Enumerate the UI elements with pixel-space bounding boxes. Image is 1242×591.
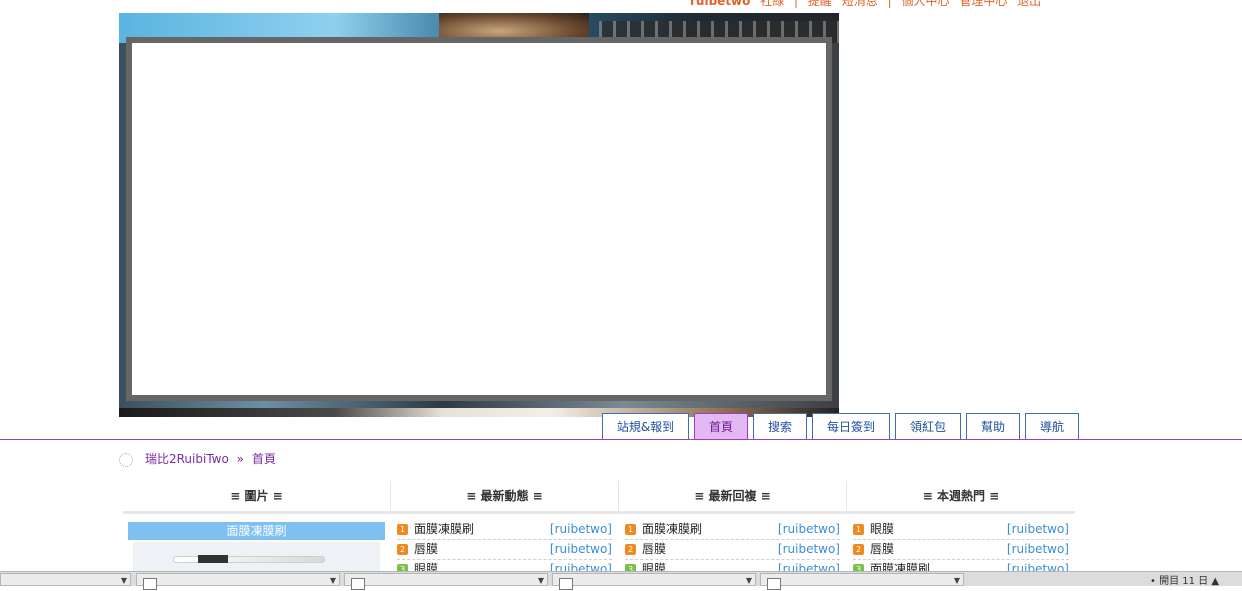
rank-icon: 1: [853, 524, 864, 535]
nav-guide[interactable]: 導航: [1025, 413, 1079, 439]
rank-icon: 1: [625, 524, 636, 535]
breadcrumb-current: 首頁: [251, 452, 276, 466]
rank-icon: 1: [397, 524, 408, 535]
thread-title[interactable]: 唇膜: [870, 542, 894, 556]
taskbar: ▼ ▼ ▼ ▼ ▼ • 開目 11 日 ▲: [0, 571, 1242, 590]
thread-title[interactable]: 眼膜: [870, 522, 894, 536]
picture-caption[interactable]: 面膜凍膜刷: [128, 522, 385, 540]
list-item[interactable]: 2 唇膜 [ruibetwo]: [625, 540, 840, 560]
breadcrumb-site-link[interactable]: 瑞比2RuibiTwo: [145, 452, 229, 466]
nav-home[interactable]: 首頁: [694, 413, 748, 439]
thread-author[interactable]: [ruibetwo]: [550, 540, 612, 558]
nav-underline: [0, 439, 1242, 440]
list-item[interactable]: 1 面膜凍膜刷 [ruibetwo]: [397, 520, 612, 540]
breadcrumb: 瑞比2RuibiTwo » 首頁: [119, 450, 276, 468]
thread-author[interactable]: [ruibetwo]: [1007, 540, 1069, 558]
toplink-separator: |: [794, 0, 799, 8]
weekly-hot-header: ≡ 本週熱門 ≡: [847, 481, 1075, 514]
list-item[interactable]: 2 唇膜 [ruibetwo]: [853, 540, 1069, 560]
thread-author[interactable]: [ruibetwo]: [1007, 520, 1069, 538]
toplink-admin[interactable]: 管理中心: [959, 0, 1007, 8]
thread-title[interactable]: 唇膜: [414, 542, 438, 556]
chevron-down-icon[interactable]: ▼: [330, 576, 336, 585]
rank-icon: 2: [397, 544, 408, 555]
chevron-down-icon[interactable]: ▼: [121, 576, 127, 585]
toplink-messages[interactable]: 短消息: [842, 0, 878, 8]
taskbar-slot[interactable]: ▼: [552, 573, 756, 590]
list-item[interactable]: 2 唇膜 [ruibetwo]: [397, 540, 612, 560]
latest-activity-header: ≡ 最新動態 ≡: [391, 481, 618, 514]
window-icon: [767, 578, 781, 590]
taskbar-slot[interactable]: ▼: [760, 573, 964, 590]
thread-title[interactable]: 唇膜: [642, 542, 666, 556]
nav-help[interactable]: 幫助: [966, 413, 1020, 439]
chevron-down-icon[interactable]: ▼: [538, 576, 544, 585]
nav-red-packet[interactable]: 領紅包: [895, 413, 961, 439]
toplink-logout[interactable]: 退出: [1017, 0, 1041, 8]
window-icon: [143, 578, 157, 590]
chevron-down-icon[interactable]: ▼: [746, 576, 752, 585]
thread-author[interactable]: [ruibetwo]: [778, 520, 840, 538]
taskbar-slot[interactable]: ▼: [136, 573, 340, 590]
toplink-separator: |: [887, 0, 892, 8]
loading-icon: [119, 452, 133, 467]
taskbar-slot[interactable]: ▼: [344, 573, 548, 590]
thread-author[interactable]: [ruibetwo]: [550, 520, 612, 538]
nav-daily-checkin[interactable]: 每日簽到: [812, 413, 890, 439]
pictures-header: ≡ 圖片 ≡: [123, 481, 390, 514]
window-icon: [559, 578, 573, 590]
thread-title[interactable]: 面膜凍膜刷: [414, 522, 474, 536]
username-link[interactable]: ruibetwo: [690, 0, 750, 8]
user-toolbar: ruibetwo 社綠 | 提醒 短消息 | 個人中心 管理中心 退出: [690, 0, 1047, 8]
rank-icon: 2: [625, 544, 636, 555]
brush-ferrule: [198, 555, 228, 563]
toplink-reminder[interactable]: 提醒: [808, 0, 832, 8]
breadcrumb-separator: »: [236, 452, 244, 466]
thread-author[interactable]: [ruibetwo]: [778, 540, 840, 558]
nav-rules[interactable]: 站規&報到: [602, 413, 689, 439]
rank-icon: 2: [853, 544, 864, 555]
banner-frame: [126, 37, 832, 401]
window-icon: [351, 578, 365, 590]
latest-replies-header: ≡ 最新回複 ≡: [619, 481, 846, 514]
toplink-profile[interactable]: 個人中心: [901, 0, 949, 8]
chevron-down-icon[interactable]: ▼: [954, 576, 960, 585]
toplink-item[interactable]: 社綠: [760, 0, 784, 8]
brush-image: [173, 556, 325, 563]
list-item[interactable]: 1 面膜凍膜刷 [ruibetwo]: [625, 520, 840, 540]
nav-search[interactable]: 搜索: [753, 413, 807, 439]
header-banner: [119, 13, 839, 417]
list-item[interactable]: 1 眼膜 [ruibetwo]: [853, 520, 1069, 540]
thread-title[interactable]: 面膜凍膜刷: [642, 522, 702, 536]
taskbar-slot[interactable]: ▼: [0, 573, 131, 586]
